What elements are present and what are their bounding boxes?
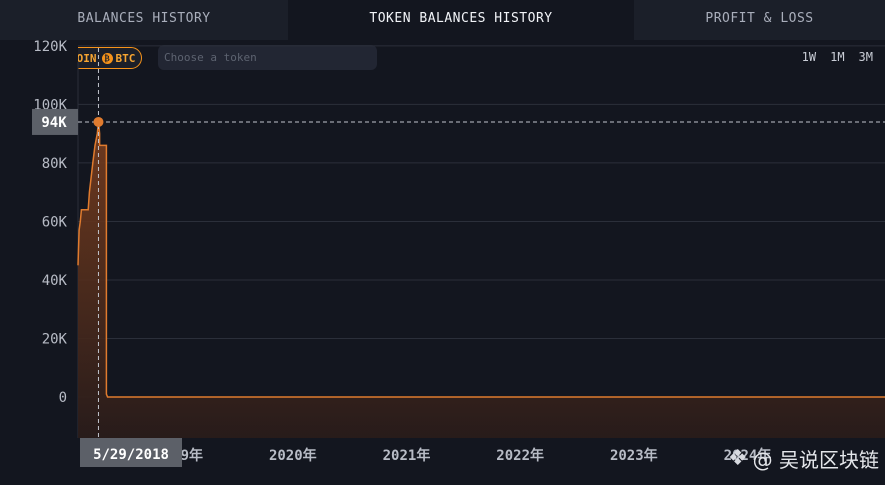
y-axis-area — [0, 40, 78, 438]
tab-balances-history[interactable]: BALANCES HISTORY — [0, 0, 288, 40]
y-tick-label: 40K — [42, 273, 68, 289]
x-axis: 2020年 2021年 2022年 2023年 2024年2019年 — [155, 447, 771, 464]
x-tick-label: 2022年 — [496, 447, 544, 464]
chart-grid — [77, 45, 885, 438]
token-search-input[interactable] — [158, 45, 377, 70]
bitcoin-icon: ₿ — [101, 52, 113, 64]
watermark-text: @ 吴说区块链 — [752, 448, 879, 472]
btc-label: BTC — [115, 51, 136, 65]
balance-line — [77, 121, 885, 398]
crosshair-date-text: 5/29/2018 — [93, 447, 169, 463]
y-axis: 120K100K80K60K40K20K0 — [33, 39, 67, 406]
y-tick-label: 0 — [59, 390, 67, 406]
binance-logo-icon: ❖ — [727, 446, 748, 471]
x-tick-label: 2020年 — [269, 447, 317, 464]
x-tick-label: 2021年 — [383, 447, 431, 464]
balance-area — [78, 121, 885, 439]
time-range-selector: 1W 1M 3M — [802, 50, 873, 64]
x-tick-label: 2023年 — [610, 447, 658, 464]
coin-label: COIN — [70, 51, 97, 65]
range-3m-button[interactable]: 3M — [859, 50, 873, 64]
tab-bar: BALANCES HISTORY TOKEN BALANCES HISTORY … — [0, 0, 885, 40]
coin-toggle[interactable]: COIN ₿ BTC — [63, 47, 143, 69]
crosshair-value-text: 94K — [41, 115, 67, 131]
y-tick-label: 80K — [42, 156, 68, 172]
range-1m-button[interactable]: 1M — [830, 50, 844, 64]
y-tick-label: 60K — [42, 214, 68, 230]
x-tick-label: 2019年 — [155, 447, 203, 464]
watermark: ❖ @ 吴说区块链 — [728, 444, 879, 473]
crosshair-date-label: 5/29/2018 — [80, 438, 182, 467]
tab-profit-loss[interactable]: PROFIT & LOSS — [634, 0, 885, 40]
chart-toolbar: COIN ₿ BTC 1W 1M 3M — [0, 40, 885, 74]
range-1w-button[interactable]: 1W — [802, 50, 816, 64]
crosshair-point — [93, 116, 104, 127]
y-tick-label: 100K — [33, 97, 67, 113]
y-tick-label: 20K — [42, 332, 68, 348]
tab-token-balances-history[interactable]: TOKEN BALANCES HISTORY — [288, 0, 634, 40]
crosshair-value-label: 94K — [32, 108, 78, 135]
